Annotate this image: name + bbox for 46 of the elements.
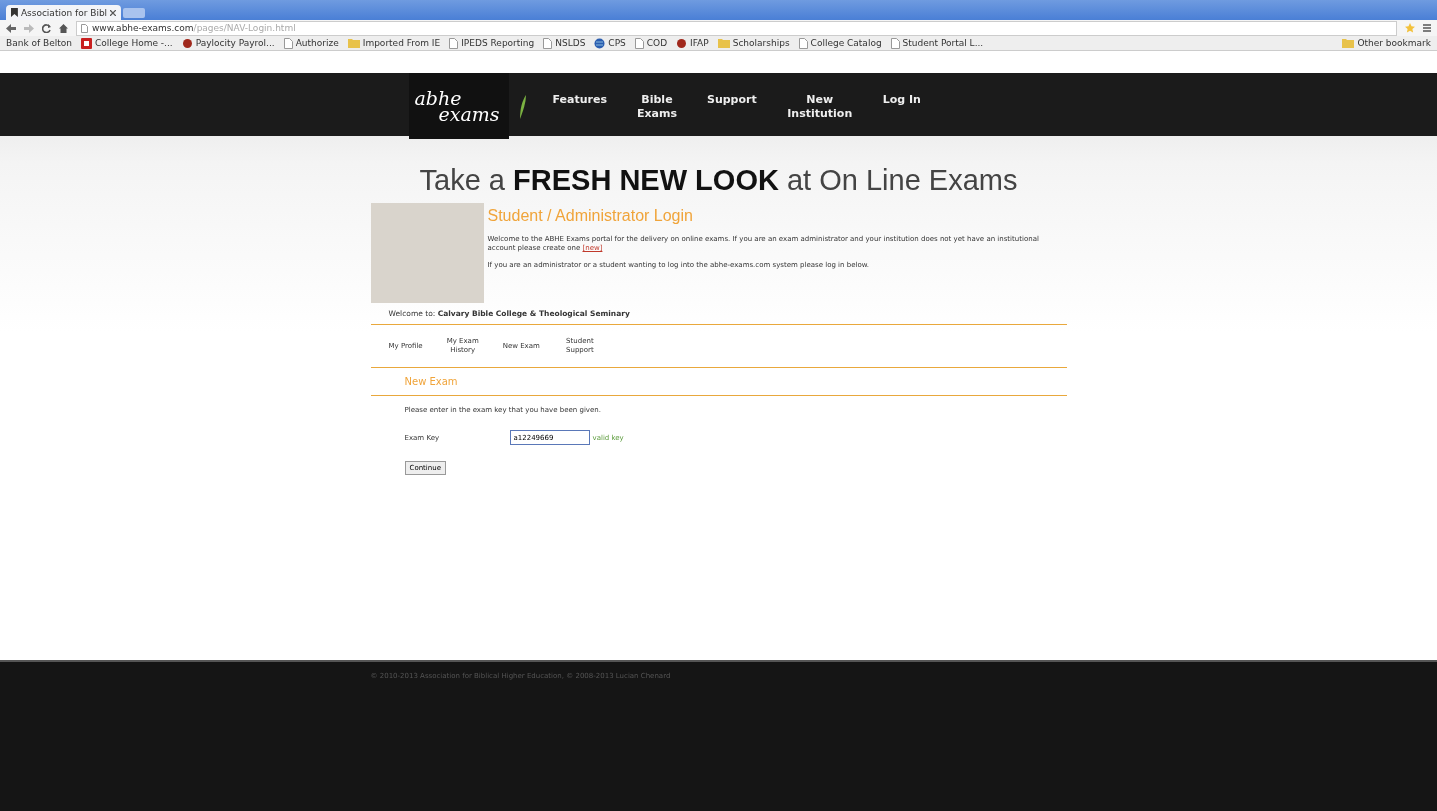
page-icon xyxy=(283,37,293,49)
star-icon xyxy=(1405,23,1415,33)
bookmark[interactable]: CPS xyxy=(594,37,626,49)
folder-icon xyxy=(347,38,360,48)
nav-link[interactable]: Bible Exams xyxy=(635,93,679,121)
bookmark[interactable]: IPEDS Reporting xyxy=(449,37,535,49)
close-icon xyxy=(110,9,116,16)
headline: Take a FRESH NEW LOOK at On Line Exams xyxy=(418,164,1019,197)
nav-link[interactable]: Features xyxy=(552,93,607,107)
bookmark-icon xyxy=(11,8,18,17)
reload-icon xyxy=(42,23,51,33)
url-text: www.abhe-exams.com/pages/NAV-Login.html xyxy=(92,23,296,33)
home-icon xyxy=(59,23,68,33)
section-title: New Exam xyxy=(370,368,1067,396)
forward-icon xyxy=(24,23,34,33)
logo[interactable]: abhe exams xyxy=(408,73,509,139)
bookmark[interactable]: COD xyxy=(634,37,668,49)
bookmark[interactable]: Paylocity Payrol... xyxy=(181,37,275,49)
login-title: Student / Administrator Login xyxy=(487,207,694,225)
other-bookmarks[interactable]: Other bookmark xyxy=(1342,38,1431,48)
folder-icon xyxy=(1342,38,1355,48)
nav-link[interactable]: New Institution xyxy=(784,93,855,121)
bookmark[interactable]: College Home -... xyxy=(80,37,173,49)
page-icon xyxy=(449,37,459,49)
page-icon xyxy=(634,37,644,49)
page-icon xyxy=(798,37,808,49)
bookmark[interactable]: IFAP xyxy=(676,37,709,49)
nav-link[interactable]: Support xyxy=(707,93,757,107)
page-icon xyxy=(81,23,88,33)
page-icon xyxy=(890,37,900,49)
app-icon xyxy=(80,37,92,49)
new-tab-button[interactable] xyxy=(123,8,145,18)
menu-icon xyxy=(1423,24,1431,32)
back-icon xyxy=(6,23,16,33)
bookmark[interactable]: Imported From IE xyxy=(347,38,441,48)
globe-icon xyxy=(594,37,606,49)
bookmark[interactable]: Scholarships xyxy=(717,38,790,48)
bookmark[interactable]: NSLDS xyxy=(543,37,586,49)
folder-icon xyxy=(717,38,730,48)
nav-link[interactable]: Log In xyxy=(882,93,921,107)
bookmark[interactable]: College Catalog xyxy=(798,37,882,49)
page-icon xyxy=(543,37,553,49)
bookmark[interactable]: Student Portal L... xyxy=(890,37,984,49)
bookmark[interactable]: Authorize xyxy=(283,37,339,49)
bookmark[interactable]: Bank of Belton xyxy=(6,38,72,48)
browser-tab[interactable]: Association for Bibl xyxy=(6,5,121,20)
